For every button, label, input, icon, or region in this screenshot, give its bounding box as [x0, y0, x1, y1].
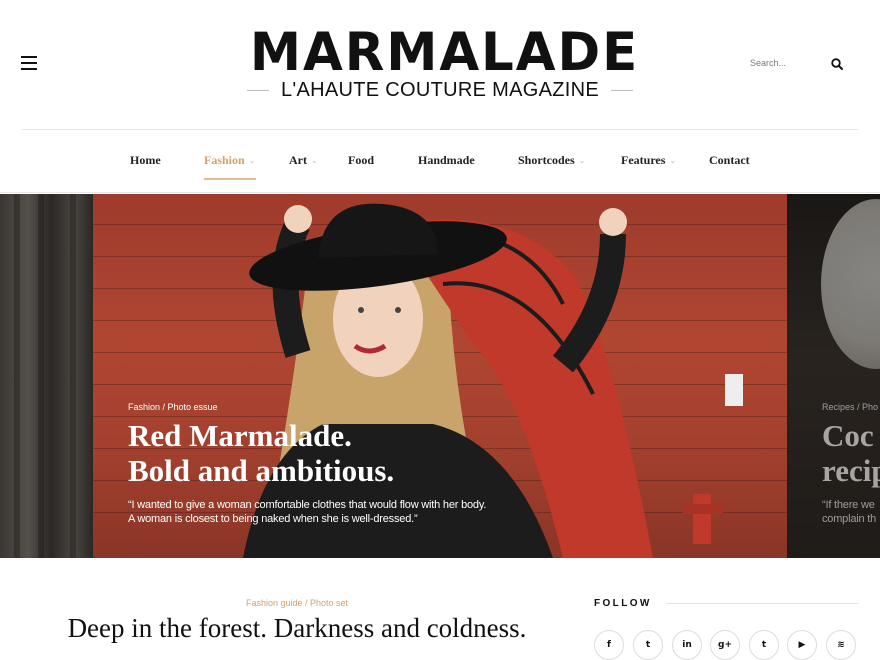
search-box: [750, 54, 850, 74]
follow-title: FOLLOW: [594, 598, 652, 609]
slide-title-line: Coc: [822, 418, 874, 453]
featured-slider[interactable]: Fashion / Photo essue Red Marmalade. Bol…: [0, 194, 880, 558]
chevron-down-icon: ⌄: [669, 156, 677, 165]
twitter-icon[interactable]: t: [633, 630, 663, 660]
nav-item-label: Features: [621, 153, 666, 167]
slide-quote-line: “I wanted to give a woman comfortable cl…: [128, 499, 487, 511]
nav-item-label: Contact: [709, 153, 750, 167]
post-preview: Fashion guide / Photo set Deep in the fo…: [22, 598, 572, 644]
nav-item-handmade[interactable]: Handmade: [418, 153, 475, 168]
active-nav-underline: [204, 178, 256, 180]
rss-icon[interactable]: ≋: [826, 630, 856, 660]
main-navigation: Home Fashion ⌄ Art ⌄ Food Handmade Shortco…: [0, 130, 880, 193]
nav-item-contact[interactable]: Contact: [709, 153, 750, 168]
search-icon[interactable]: [831, 58, 843, 70]
logo-title: MARMALADE: [249, 22, 640, 83]
social-links: f t in g+ t ▶ ≋: [594, 630, 858, 660]
site-header: MARMALADE L'AHAUTE COUTURE MAGAZINE: [0, 0, 880, 130]
follow-widget: FOLLOW f t in g+ t ▶ ≋: [594, 598, 858, 660]
chevron-down-icon: ⌄: [248, 156, 256, 165]
tagline-left-rule: [246, 89, 269, 91]
nav-item-label: Shortcodes: [518, 153, 575, 167]
slide-title-line: Bold and ambitious.: [128, 453, 395, 488]
nav-item-label: Handmade: [418, 153, 475, 167]
next-slide-caption: Recipes / Pho Coc recip “If there we com…: [822, 402, 880, 526]
slide-quote-line: “If there we: [822, 499, 875, 511]
slide-quote-line: A woman is closest to being naked when s…: [128, 513, 418, 525]
chevron-down-icon: ⌄: [578, 156, 586, 165]
post-category[interactable]: Fashion guide / Photo set: [22, 598, 572, 608]
nav-item-label: Art: [289, 153, 307, 167]
slide-category[interactable]: Fashion / Photo essue: [128, 402, 568, 412]
follow-rule: [665, 603, 858, 604]
slide-title-line: recip: [822, 453, 880, 488]
youtube-icon[interactable]: ▶: [787, 630, 817, 660]
facebook-icon[interactable]: f: [594, 630, 624, 660]
nav-item-home[interactable]: Home: [130, 153, 161, 168]
slide-category: Recipes / Pho: [822, 402, 879, 412]
nav-item-shortcodes[interactable]: Shortcodes ⌄: [518, 153, 585, 168]
slide-quote: “I wanted to give a woman comfortable cl…: [128, 498, 568, 526]
slide-title: Coc recip: [822, 418, 880, 488]
slide-title-line: Red Marmalade.: [128, 418, 352, 453]
search-input[interactable]: [750, 54, 820, 72]
logo-tagline: L'AHAUTE COUTURE MAGAZINE: [280, 78, 600, 101]
nav-item-label: Home: [130, 153, 161, 167]
tumblr-icon[interactable]: t: [749, 630, 779, 660]
follow-header: FOLLOW: [594, 598, 858, 609]
post-title[interactable]: Deep in the forest. Darkness and coldnes…: [22, 613, 572, 644]
google-plus-icon[interactable]: g+: [710, 630, 740, 660]
slide-caption: Fashion / Photo essue Red Marmalade. Bol…: [128, 402, 568, 526]
slide-quote-line: complain th: [822, 513, 877, 525]
nav-item-label: Fashion: [204, 153, 245, 167]
nav-item-fashion[interactable]: Fashion ⌄: [204, 153, 255, 168]
previous-slide[interactable]: [0, 194, 93, 558]
linkedin-icon[interactable]: in: [672, 630, 702, 660]
tagline-right-rule: [611, 89, 634, 91]
slide-title[interactable]: Red Marmalade. Bold and ambitious.: [128, 418, 568, 488]
nav-item-features[interactable]: Features ⌄: [621, 153, 676, 168]
chevron-down-icon: ⌄: [311, 156, 318, 165]
nav-item-food[interactable]: Food: [348, 153, 374, 168]
nav-item-label: Food: [348, 153, 375, 167]
site-logo[interactable]: MARMALADE L'AHAUTE COUTURE MAGAZINE: [244, 22, 640, 101]
slide-quote: “If there we complain th: [822, 498, 880, 526]
nav-item-art[interactable]: Art ⌄: [289, 153, 318, 168]
logo-tagline-row: L'AHAUTE COUTURE MAGAZINE: [244, 79, 636, 101]
hamburger-menu-icon[interactable]: [21, 56, 37, 70]
